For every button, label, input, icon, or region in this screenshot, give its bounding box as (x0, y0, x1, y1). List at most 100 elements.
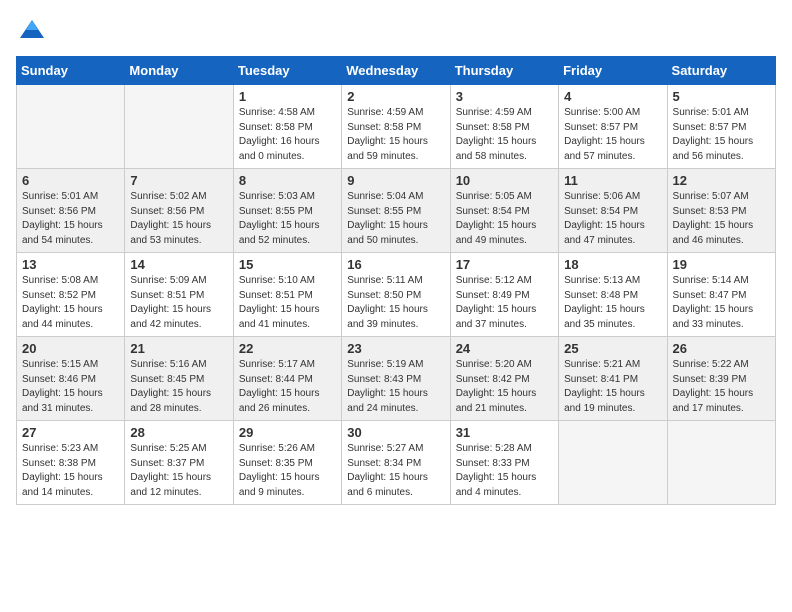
calendar-table: SundayMondayTuesdayWednesdayThursdayFrid… (16, 56, 776, 505)
day-info: Sunrise: 5:06 AMSunset: 8:54 PMDaylight:… (564, 190, 661, 248)
weekday-header: Saturday (667, 57, 775, 85)
day-info: Sunrise: 5:16 AMSunset: 8:45 PMDaylight:… (130, 358, 227, 416)
day-number: 15 (239, 257, 336, 272)
calendar-cell: 27 Sunrise: 5:23 AMSunset: 8:38 PMDayligh… (17, 421, 125, 505)
day-number: 21 (130, 341, 227, 356)
day-info: Sunrise: 5:25 AMSunset: 8:37 PMDaylight:… (130, 442, 227, 500)
calendar-cell: 8 Sunrise: 5:03 AMSunset: 8:55 PMDaylight… (233, 169, 341, 253)
weekday-header: Thursday (450, 57, 558, 85)
day-number: 13 (22, 257, 119, 272)
calendar-cell: 6 Sunrise: 5:01 AMSunset: 8:56 PMDaylight… (17, 169, 125, 253)
day-info: Sunrise: 5:27 AMSunset: 8:34 PMDaylight:… (347, 442, 444, 500)
calendar-cell: 17 Sunrise: 5:12 AMSunset: 8:49 PMDayligh… (450, 253, 558, 337)
day-info: Sunrise: 4:59 AMSunset: 8:58 PMDaylight:… (347, 106, 444, 164)
day-info: Sunrise: 5:21 AMSunset: 8:41 PMDaylight:… (564, 358, 661, 416)
day-info: Sunrise: 5:12 AMSunset: 8:49 PMDaylight:… (456, 274, 553, 332)
calendar-cell: 24 Sunrise: 5:20 AMSunset: 8:42 PMDayligh… (450, 337, 558, 421)
weekday-header: Tuesday (233, 57, 341, 85)
calendar-cell: 21 Sunrise: 5:16 AMSunset: 8:45 PMDayligh… (125, 337, 233, 421)
calendar-cell: 13 Sunrise: 5:08 AMSunset: 8:52 PMDayligh… (17, 253, 125, 337)
calendar-cell: 31 Sunrise: 5:28 AMSunset: 8:33 PMDayligh… (450, 421, 558, 505)
calendar-cell: 25 Sunrise: 5:21 AMSunset: 8:41 PMDayligh… (559, 337, 667, 421)
day-number: 20 (22, 341, 119, 356)
day-info: Sunrise: 5:04 AMSunset: 8:55 PMDaylight:… (347, 190, 444, 248)
calendar-cell: 2Sunrise: 4:59 AMSunset: 8:58 PMDaylight… (342, 85, 450, 169)
day-number: 14 (130, 257, 227, 272)
day-info: Sunrise: 5:22 AMSunset: 8:39 PMDaylight:… (673, 358, 770, 416)
day-number: 4 (564, 89, 661, 104)
calendar-cell: 1 Sunrise: 4:58 AMSunset: 8:58 PMDaylight… (233, 85, 341, 169)
weekday-header: Wednesday (342, 57, 450, 85)
day-number: 8 (239, 173, 336, 188)
day-number: 16 (347, 257, 444, 272)
day-info: Sunrise: 5:00 AMSunset: 8:57 PMDaylight:… (564, 106, 661, 164)
day-info: Sunrise: 5:01 AMSunset: 8:56 PMDaylight:… (22, 190, 119, 248)
day-info: Sunrise: 5:08 AMSunset: 8:52 PMDaylight:… (22, 274, 119, 332)
calendar-cell: 5 Sunrise: 5:01 AMSunset: 8:57 PMDaylight… (667, 85, 775, 169)
calendar-cell: 12 Sunrise: 5:07 AMSunset: 8:53 PMDayligh… (667, 169, 775, 253)
logo (16, 16, 50, 44)
day-number: 18 (564, 257, 661, 272)
day-number: 1 (239, 89, 336, 104)
day-info: Sunrise: 5:01 AMSunset: 8:57 PMDaylight:… (673, 106, 770, 164)
weekday-header: Sunday (17, 57, 125, 85)
calendar-cell (559, 421, 667, 505)
day-number: 9 (347, 173, 444, 188)
day-number: 19 (673, 257, 770, 272)
day-info: Sunrise: 5:02 AMSunset: 8:56 PMDaylight:… (130, 190, 227, 248)
weekday-header: Friday (559, 57, 667, 85)
calendar-cell: 23 Sunrise: 5:19 AMSunset: 8:43 PMDayligh… (342, 337, 450, 421)
calendar-cell: 10Sunrise: 5:05 AMSunset: 8:54 PMDayligh… (450, 169, 558, 253)
calendar-cell: 11 Sunrise: 5:06 AMSunset: 8:54 PMDayligh… (559, 169, 667, 253)
day-info: Sunrise: 4:59 AMSunset: 8:58 PMDaylight:… (456, 106, 553, 164)
day-info: Sunrise: 5:17 AMSunset: 8:44 PMDaylight:… (239, 358, 336, 416)
day-info: Sunrise: 4:58 AMSunset: 8:58 PMDaylight:… (239, 106, 336, 164)
day-info: Sunrise: 5:28 AMSunset: 8:33 PMDaylight:… (456, 442, 553, 500)
weekday-header: Monday (125, 57, 233, 85)
day-number: 5 (673, 89, 770, 104)
day-number: 17 (456, 257, 553, 272)
day-number: 25 (564, 341, 661, 356)
page-header (16, 16, 776, 44)
calendar-cell (667, 421, 775, 505)
day-number: 22 (239, 341, 336, 356)
day-info: Sunrise: 5:20 AMSunset: 8:42 PMDaylight:… (456, 358, 553, 416)
calendar-cell: 28Sunrise: 5:25 AMSunset: 8:37 PMDayligh… (125, 421, 233, 505)
day-info: Sunrise: 5:03 AMSunset: 8:55 PMDaylight:… (239, 190, 336, 248)
calendar-cell (125, 85, 233, 169)
day-number: 27 (22, 425, 119, 440)
calendar-cell: 3 Sunrise: 4:59 AMSunset: 8:58 PMDaylight… (450, 85, 558, 169)
day-number: 12 (673, 173, 770, 188)
calendar-cell: 15 Sunrise: 5:10 AMSunset: 8:51 PMDayligh… (233, 253, 341, 337)
calendar-cell: 29Sunrise: 5:26 AMSunset: 8:35 PMDayligh… (233, 421, 341, 505)
day-info: Sunrise: 5:07 AMSunset: 8:53 PMDaylight:… (673, 190, 770, 248)
day-number: 23 (347, 341, 444, 356)
day-info: Sunrise: 5:05 AMSunset: 8:54 PMDaylight:… (456, 190, 553, 248)
calendar-cell (17, 85, 125, 169)
calendar-cell: 19 Sunrise: 5:14 AMSunset: 8:47 PMDayligh… (667, 253, 775, 337)
day-info: Sunrise: 5:09 AMSunset: 8:51 PMDaylight:… (130, 274, 227, 332)
calendar-cell: 18Sunrise: 5:13 AMSunset: 8:48 PMDayligh… (559, 253, 667, 337)
calendar-cell: 20 Sunrise: 5:15 AMSunset: 8:46 PMDayligh… (17, 337, 125, 421)
calendar-cell: 7 Sunrise: 5:02 AMSunset: 8:56 PMDaylight… (125, 169, 233, 253)
logo-icon (18, 16, 46, 44)
day-number: 6 (22, 173, 119, 188)
day-info: Sunrise: 5:15 AMSunset: 8:46 PMDaylight:… (22, 358, 119, 416)
day-number: 26 (673, 341, 770, 356)
day-number: 3 (456, 89, 553, 104)
calendar-cell: 16 Sunrise: 5:11 AMSunset: 8:50 PMDayligh… (342, 253, 450, 337)
day-number: 11 (564, 173, 661, 188)
calendar-cell: 30Sunrise: 5:27 AMSunset: 8:34 PMDayligh… (342, 421, 450, 505)
day-number: 24 (456, 341, 553, 356)
calendar-cell: 4 Sunrise: 5:00 AMSunset: 8:57 PMDaylight… (559, 85, 667, 169)
day-number: 7 (130, 173, 227, 188)
day-info: Sunrise: 5:14 AMSunset: 8:47 PMDaylight:… (673, 274, 770, 332)
calendar-cell: 14 Sunrise: 5:09 AMSunset: 8:51 PMDayligh… (125, 253, 233, 337)
day-info: Sunrise: 5:23 AMSunset: 8:38 PMDaylight:… (22, 442, 119, 500)
day-info: Sunrise: 5:10 AMSunset: 8:51 PMDaylight:… (239, 274, 336, 332)
day-info: Sunrise: 5:11 AMSunset: 8:50 PMDaylight:… (347, 274, 444, 332)
day-number: 31 (456, 425, 553, 440)
calendar-cell: 22 Sunrise: 5:17 AMSunset: 8:44 PMDayligh… (233, 337, 341, 421)
day-info: Sunrise: 5:19 AMSunset: 8:43 PMDaylight:… (347, 358, 444, 416)
calendar-cell: 9 Sunrise: 5:04 AMSunset: 8:55 PMDaylight… (342, 169, 450, 253)
